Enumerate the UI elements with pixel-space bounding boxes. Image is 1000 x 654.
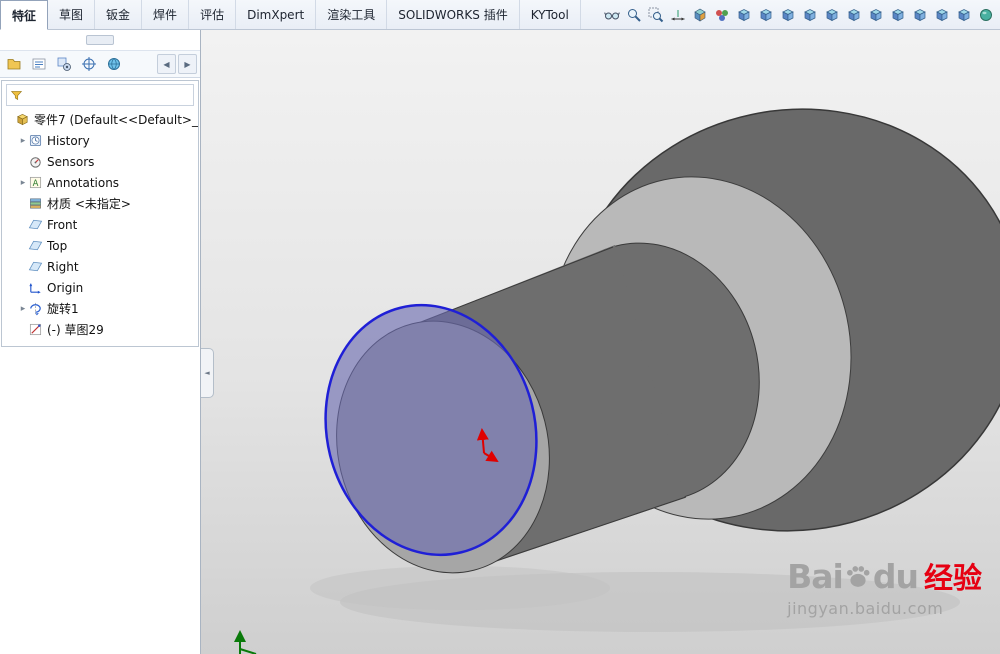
revolve-icon <box>28 301 43 316</box>
dimxpert-manager-icon[interactable] <box>78 53 100 75</box>
property-manager-icon[interactable] <box>28 53 50 75</box>
tree-item-label: Right <box>47 259 79 274</box>
panel-tab-toolbar: ◀ ▶ <box>0 50 200 78</box>
tree-item-revolve1[interactable]: ▸ 旋转1 <box>2 298 198 319</box>
tree-item-right-plane[interactable]: Right <box>2 256 198 277</box>
feature-tree-icon[interactable] <box>3 53 25 75</box>
panel-splitter[interactable] <box>0 30 200 50</box>
watermark-brand-prefix: Bai <box>787 556 844 596</box>
tree-item-label: Sensors <box>47 154 95 169</box>
part-icon <box>15 112 30 127</box>
tab-weldments[interactable]: 焊件 <box>142 0 190 29</box>
tab-sketch[interactable]: 草图 <box>48 0 96 29</box>
expand-arrow-icon[interactable]: ▸ <box>18 304 28 314</box>
graphics-viewport[interactable]: ◄ Bai du 经验 jingyan.baidu.com <box>201 30 1000 654</box>
appearance-icon[interactable] <box>712 4 731 26</box>
tab-label: 钣金 <box>106 8 131 22</box>
material-icon <box>28 196 43 211</box>
configuration-icon[interactable] <box>53 53 75 75</box>
tree-item-top-plane[interactable]: Top <box>2 235 198 256</box>
tab-label: 焊件 <box>153 8 178 22</box>
display-manager-icon[interactable] <box>103 53 125 75</box>
tab-label: 评估 <box>200 8 225 22</box>
feature-tree: 零件7 (Default<<Default>_ ▸ History Sensor… <box>2 109 198 340</box>
tab-label: KYTool <box>530 7 569 22</box>
tab-features[interactable]: 特征 <box>0 0 49 30</box>
tree-item-sketch29[interactable]: (-) 草图29 <box>2 319 198 340</box>
tree-item-label: Annotations <box>47 175 120 190</box>
feature-manager-panel: ◀ ▶ 零件7 (Default<<Default>_ ▸ History Se <box>0 30 201 654</box>
tree-filter-input[interactable] <box>26 87 190 103</box>
tree-item-material[interactable]: 材质 <未指定> <box>2 193 198 214</box>
panel-prev-button[interactable]: ◀ <box>157 54 176 74</box>
view-front-icon[interactable] <box>734 4 753 26</box>
tab-label: 渲染工具 <box>327 8 376 22</box>
plane-icon <box>28 259 43 274</box>
view-right-icon[interactable] <box>800 4 819 26</box>
tree-item-label: 材质 <未指定> <box>47 197 131 211</box>
splitter-grip-icon[interactable] <box>86 35 114 45</box>
view-back-icon[interactable] <box>756 4 775 26</box>
expand-arrow-icon[interactable]: ▸ <box>18 178 28 188</box>
sensors-icon <box>28 154 43 169</box>
tab-label: 特征 <box>12 8 37 23</box>
panel-collapse-button[interactable]: ◄ <box>201 348 214 398</box>
tab-evaluate[interactable]: 评估 <box>189 0 237 29</box>
tab-render-tools[interactable]: 渲染工具 <box>316 0 388 29</box>
view-trimetric-icon[interactable] <box>910 4 929 26</box>
zoom-to-fit-icon[interactable] <box>624 4 643 26</box>
tab-label: DimXpert <box>247 7 305 22</box>
ribbon-tab-bar: 特征 草图 钣金 焊件 评估 DimXpert 渲染工具 SOLIDWORKS … <box>0 0 1000 30</box>
tree-item-label: Front <box>47 217 78 232</box>
watermark-url: jingyan.baidu.com <box>787 599 944 618</box>
zoom-area-icon[interactable] <box>646 4 665 26</box>
history-icon <box>28 133 43 148</box>
tab-label: SOLIDWORKS 插件 <box>398 8 508 22</box>
watermark-brand-cn: 经验 <box>923 561 982 595</box>
shaded-view-icon[interactable] <box>976 4 995 26</box>
tree-item-annotations[interactable]: ▸ Annotations <box>2 172 198 193</box>
view-isometric-icon[interactable] <box>866 4 885 26</box>
origin-icon <box>28 280 43 295</box>
tree-item-label: 旋转1 <box>47 302 79 316</box>
expand-arrow-icon[interactable]: ▸ <box>18 136 28 146</box>
filter-funnel-icon <box>10 89 23 102</box>
tree-item-label: Top <box>47 238 68 253</box>
coordinate-triad-icon <box>234 630 257 654</box>
view-bottom-icon[interactable] <box>844 4 863 26</box>
tree-item-label: (-) 草图29 <box>47 323 104 337</box>
tree-filter <box>6 84 194 106</box>
plane-icon <box>28 238 43 253</box>
view-top-icon[interactable] <box>822 4 841 26</box>
tree-item-origin[interactable]: Origin <box>2 277 198 298</box>
tab-solidworks-addins[interactable]: SOLIDWORKS 插件 <box>387 0 520 29</box>
tree-item-label: Origin <box>47 280 84 295</box>
tree-item-history[interactable]: ▸ History <box>2 130 198 151</box>
tab-sheet-metal[interactable]: 钣金 <box>95 0 143 29</box>
watermark: Bai du 经验 jingyan.baidu.com <box>787 555 982 619</box>
tree-item-sensors[interactable]: Sensors <box>2 151 198 172</box>
tree-item-label: 零件7 (Default<<Default>_ <box>34 113 198 127</box>
tree-item-front-plane[interactable]: Front <box>2 214 198 235</box>
tree-item-part-root[interactable]: 零件7 (Default<<Default>_ <box>2 109 198 130</box>
watermark-brand-suffix: du <box>872 556 919 596</box>
dimension-icon[interactable] <box>668 4 687 26</box>
tab-label: 草图 <box>59 8 84 22</box>
plane-icon <box>28 217 43 232</box>
feature-tree-box: 零件7 (Default<<Default>_ ▸ History Sensor… <box>1 80 199 347</box>
tab-kytool[interactable]: KYTool <box>520 0 581 29</box>
view-orientation-icon[interactable] <box>954 4 973 26</box>
baidu-paw-icon <box>846 566 870 587</box>
view-dimetric-icon[interactable] <box>888 4 907 26</box>
view-heads-up-toolbar <box>597 0 1000 29</box>
annotations-icon <box>28 175 43 190</box>
measure-icon[interactable] <box>602 4 621 26</box>
tab-dimxpert[interactable]: DimXpert <box>236 0 317 29</box>
view-left-icon[interactable] <box>778 4 797 26</box>
section-view-icon[interactable] <box>690 4 709 26</box>
view-normal-icon[interactable] <box>932 4 951 26</box>
sketch-icon <box>28 322 43 337</box>
panel-next-button[interactable]: ▶ <box>178 54 197 74</box>
tree-item-label: History <box>47 133 90 148</box>
